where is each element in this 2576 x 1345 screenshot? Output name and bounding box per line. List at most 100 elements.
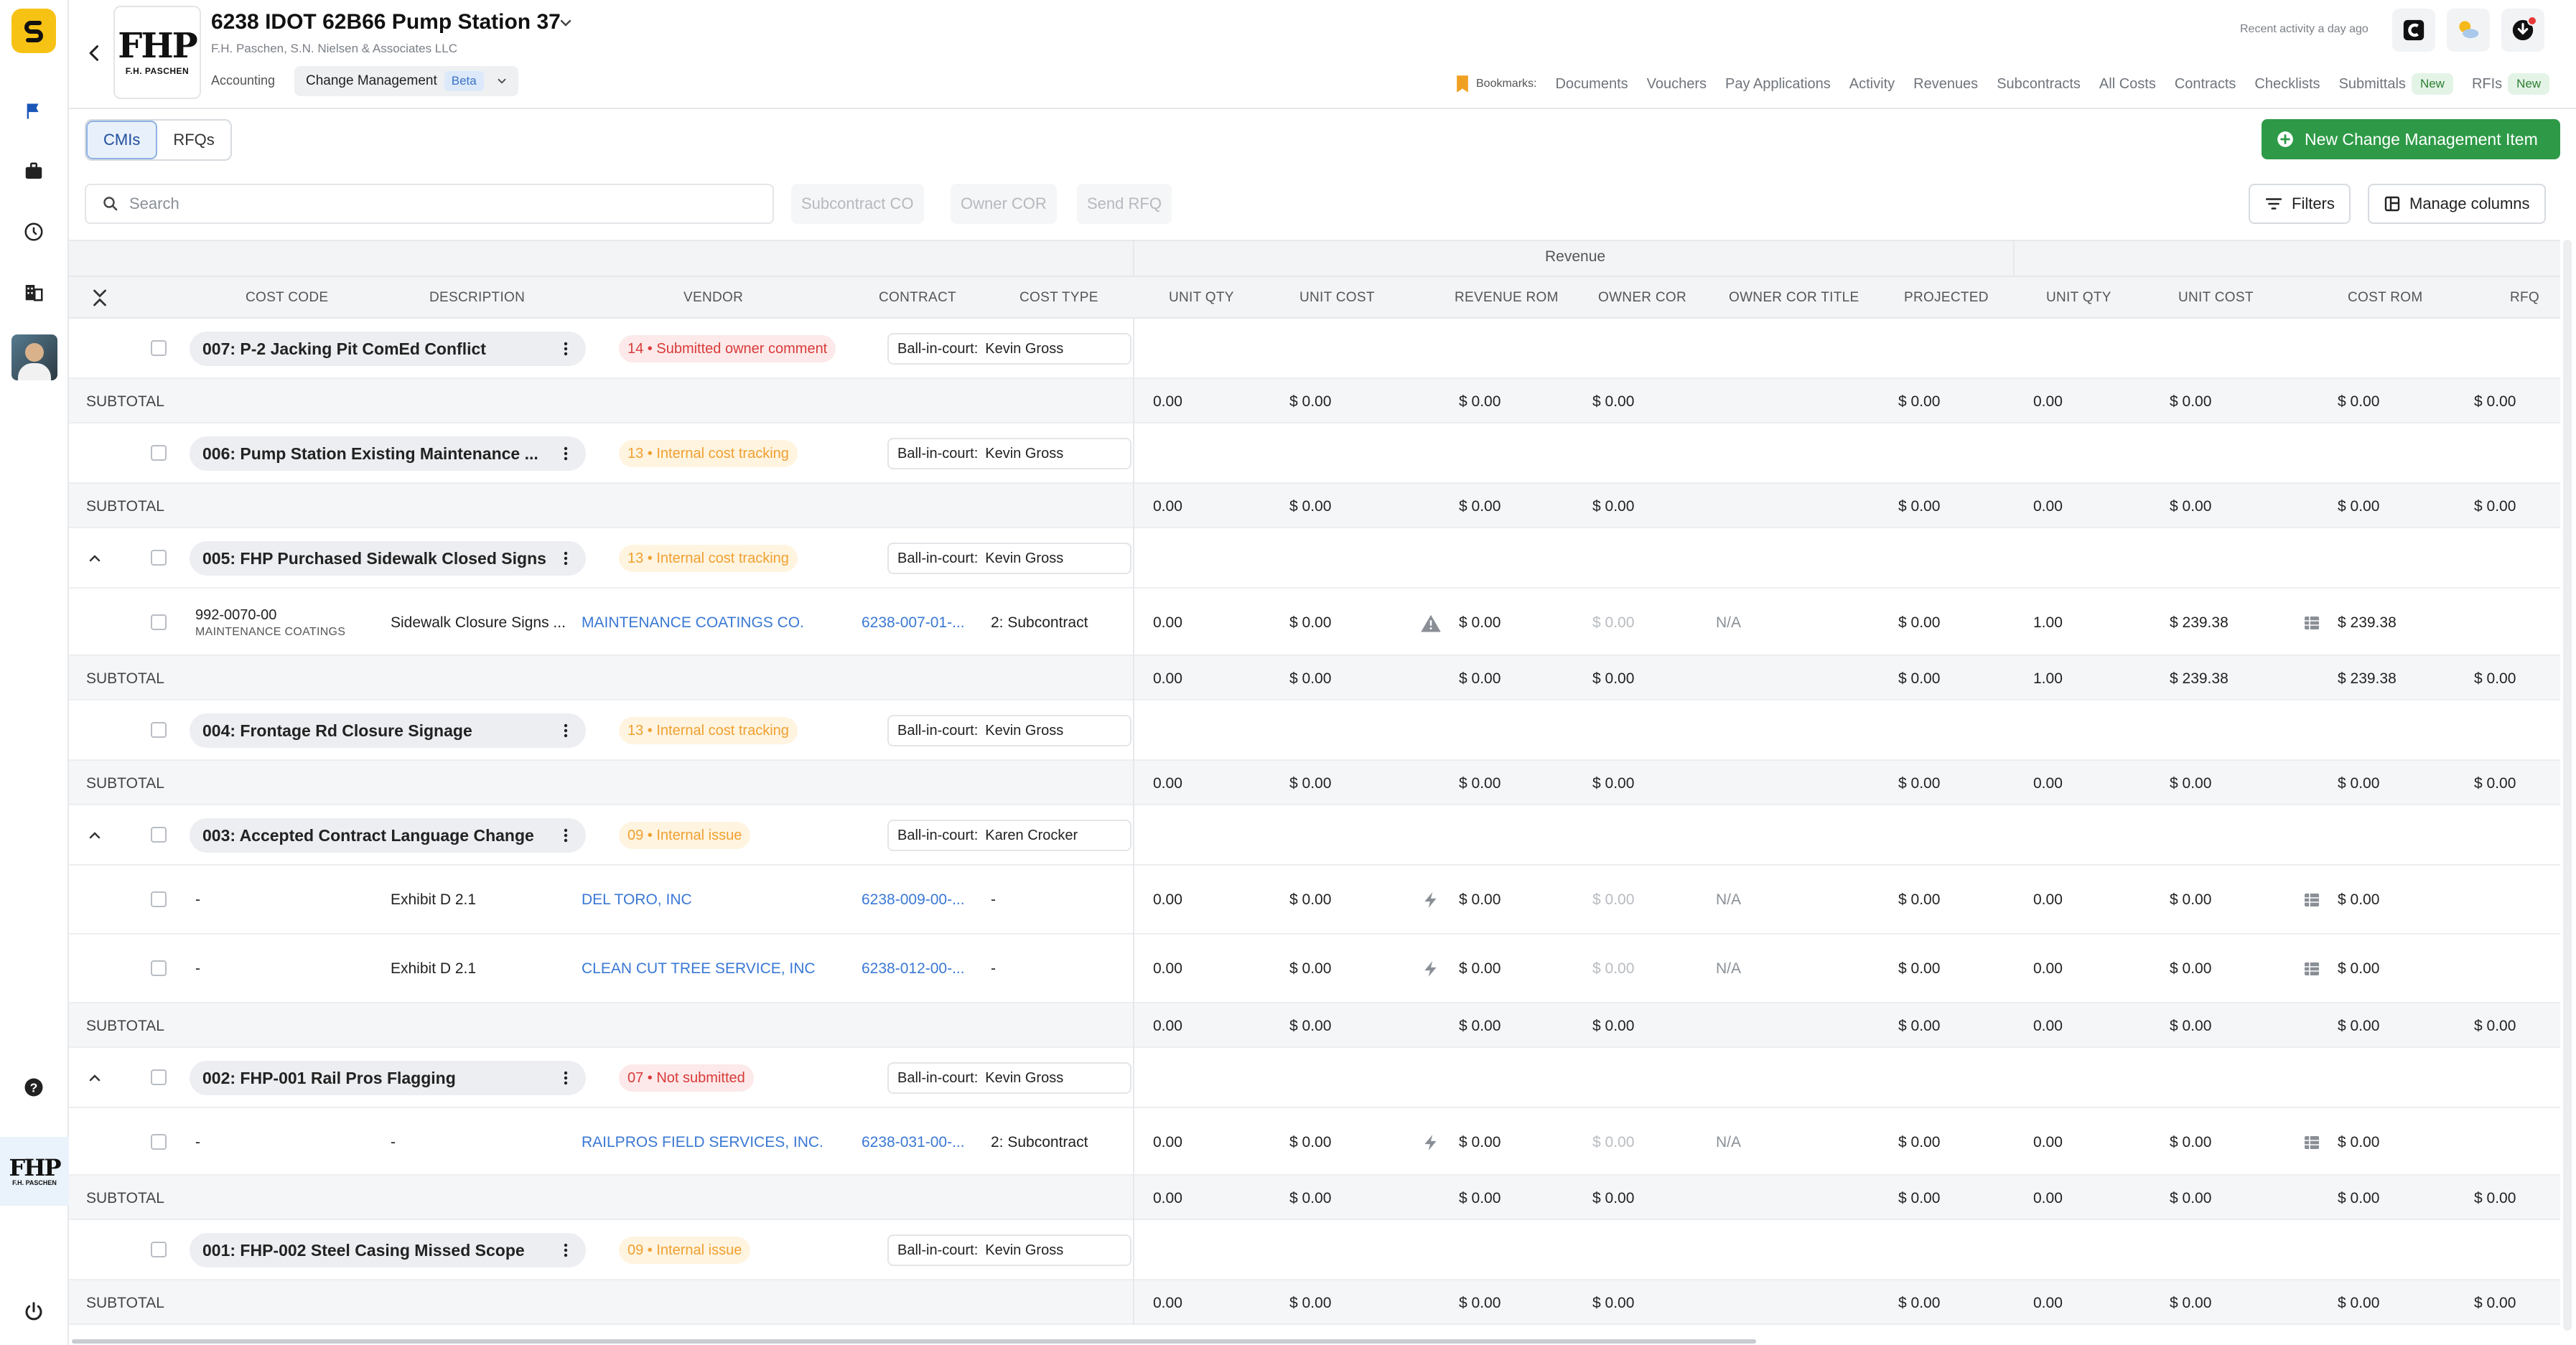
chevron-up-icon[interactable] <box>86 1069 103 1087</box>
col-owner-cor-title[interactable]: OWNER COR TITLE <box>1729 290 1859 306</box>
cmi-row[interactable]: 007: P-2 Jacking Pit ComEd Conflict 14 •… <box>69 319 2560 379</box>
bookmark-rfis[interactable]: RFIs New <box>2472 73 2550 95</box>
col-cost-type[interactable]: COST TYPE <box>1019 290 1098 306</box>
chevron-down-icon[interactable] <box>557 14 574 32</box>
bookmark-submittals[interactable]: Submittals New <box>2339 73 2453 95</box>
contract-link[interactable]: 6238-031-00-... <box>862 1134 965 1151</box>
row-checkbox[interactable] <box>151 827 167 843</box>
back-button[interactable] <box>79 37 111 69</box>
col-unit-cost-2[interactable]: UNIT COST <box>2178 290 2254 306</box>
help-icon[interactable]: ? <box>17 1071 50 1104</box>
filters-button[interactable]: Filters <box>2249 184 2351 224</box>
app-logo[interactable] <box>11 9 56 53</box>
vendor-link[interactable]: MAINTENANCE COATINGS CO. <box>582 614 804 632</box>
bookmark-checklists[interactable]: Checklists <box>2254 76 2320 93</box>
col-cost-code[interactable]: COST CODE <box>246 290 328 306</box>
cmi-title[interactable]: 002: FHP-001 Rail Pros Flagging <box>190 1061 586 1095</box>
new-cmi-button[interactable]: New Change Management Item <box>2262 119 2560 159</box>
col-revenue-rom[interactable]: REVENUE ROM <box>1455 290 1559 306</box>
row-checkbox[interactable] <box>151 340 167 356</box>
cmi-title[interactable]: 007: P-2 Jacking Pit ComEd Conflict <box>190 332 586 366</box>
col-projected[interactable]: PROJECTED <box>1904 290 1989 306</box>
bookmark-all-costs[interactable]: All Costs <box>2099 76 2156 93</box>
manage-columns-button[interactable]: Manage columns <box>2368 184 2546 224</box>
bookmark-contracts[interactable]: Contracts <box>2175 76 2236 93</box>
line-item-row[interactable]: - Exhibit D 2.1 DEL TORO, INC 6238-009-0… <box>69 866 2560 934</box>
contract-link[interactable]: 6238-007-01-... <box>862 614 965 632</box>
user-avatar[interactable] <box>11 334 57 380</box>
line-item-row[interactable]: 992-0070-00 MAINTENANCE COATINGS Sidewal… <box>69 589 2560 656</box>
ball-in-court-field[interactable]: Ball-in-court: Kevin Gross <box>887 1062 1131 1094</box>
row-checkbox[interactable] <box>151 1242 167 1257</box>
weather-button[interactable] <box>2447 9 2490 52</box>
row-checkbox[interactable] <box>151 1134 167 1150</box>
cmi-title[interactable]: 003: Accepted Contract Language Change <box>190 818 586 853</box>
bookmark-documents[interactable]: Documents <box>1555 76 1628 93</box>
vendor-link[interactable]: DEL TORO, INC <box>582 891 692 909</box>
bookmark-pay-applications[interactable]: Pay Applications <box>1725 76 1831 93</box>
owner-cor-button[interactable]: Owner COR <box>951 184 1057 224</box>
accounting-link[interactable]: Accounting <box>211 73 275 88</box>
row-checkbox[interactable] <box>151 722 167 738</box>
ball-in-court-field[interactable]: Ball-in-court: Kevin Gross <box>887 1234 1131 1266</box>
bookmark-revenues[interactable]: Revenues <box>1913 76 1978 93</box>
cmi-title[interactable]: 004: Frontage Rd Closure Signage <box>190 713 586 748</box>
more-vertical-icon[interactable] <box>557 340 574 357</box>
cmi-row[interactable]: 001: FHP-002 Steel Casing Missed Scope 0… <box>69 1220 2560 1280</box>
row-checkbox[interactable] <box>151 1069 167 1085</box>
cmi-row[interactable]: 006: Pump Station Existing Maintenance .… <box>69 423 2560 484</box>
subcontract-co-button[interactable]: Subcontract CO <box>791 184 924 224</box>
more-vertical-icon[interactable] <box>557 445 574 462</box>
line-item-row[interactable]: - - RAILPROS FIELD SERVICES, INC. 6238-0… <box>69 1108 2560 1176</box>
col-unit-qty[interactable]: UNIT QTY <box>1169 290 1234 306</box>
bookmark-subcontracts[interactable]: Subcontracts <box>1997 76 2081 93</box>
module-selector[interactable]: Change Management Beta <box>294 66 518 96</box>
row-checkbox[interactable] <box>151 960 167 976</box>
more-vertical-icon[interactable] <box>557 550 574 567</box>
tab-rfqs[interactable]: RFQs <box>157 121 230 159</box>
cmi-title[interactable]: 001: FHP-002 Steel Casing Missed Scope <box>190 1233 586 1267</box>
flag-icon[interactable] <box>17 95 50 128</box>
contract-link[interactable]: 6238-009-00-... <box>862 891 965 909</box>
notifications-button[interactable] <box>2501 9 2544 52</box>
row-checkbox[interactable] <box>151 614 167 630</box>
col-vendor[interactable]: VENDOR <box>683 290 743 306</box>
buildings-icon[interactable] <box>17 276 50 309</box>
line-item-row[interactable]: - Exhibit D 2.1 CLEAN CUT TREE SERVICE, … <box>69 934 2560 1003</box>
col-contract[interactable]: CONTRACT <box>879 290 956 306</box>
ball-in-court-field[interactable]: Ball-in-court: Karen Crocker <box>887 820 1131 851</box>
cmi-row[interactable]: 003: Accepted Contract Language Change 0… <box>69 805 2560 866</box>
bookmark-vouchers[interactable]: Vouchers <box>1647 76 1707 93</box>
send-rfq-button[interactable]: Send RFQ <box>1077 184 1172 224</box>
vendor-link[interactable]: CLEAN CUT TREE SERVICE, INC <box>582 960 816 978</box>
col-unit-qty-2[interactable]: UNIT QTY <box>2046 290 2111 306</box>
ball-in-court-field[interactable]: Ball-in-court: Kevin Gross <box>887 715 1131 746</box>
chevron-up-icon[interactable] <box>86 827 103 844</box>
row-checkbox[interactable] <box>151 445 167 461</box>
horizontal-scrollbar[interactable] <box>72 1339 1756 1344</box>
col-owner-cor[interactable]: OWNER COR <box>1598 290 1686 306</box>
col-rfq[interactable]: RFQ <box>2510 290 2539 306</box>
collapse-all-icon[interactable] <box>89 287 111 309</box>
search-input[interactable]: Search <box>85 184 774 224</box>
more-vertical-icon[interactable] <box>557 722 574 739</box>
cmi-row[interactable]: 002: FHP-001 Rail Pros Flagging 07 • Not… <box>69 1048 2560 1108</box>
chevron-up-icon[interactable] <box>86 550 103 567</box>
power-icon[interactable] <box>17 1295 50 1328</box>
col-unit-cost[interactable]: UNIT COST <box>1299 290 1375 306</box>
bookmark-activity[interactable]: Activity <box>1849 76 1895 93</box>
table-icon[interactable] <box>2303 960 2320 978</box>
more-vertical-icon[interactable] <box>557 1069 574 1087</box>
cmi-title[interactable]: 006: Pump Station Existing Maintenance .… <box>190 436 586 471</box>
history-icon[interactable] <box>17 215 50 248</box>
cmi-row[interactable]: 004: Frontage Rd Closure Signage 13 • In… <box>69 700 2560 761</box>
vendor-link[interactable]: RAILPROS FIELD SERVICES, INC. <box>582 1134 823 1151</box>
col-cost-rom[interactable]: COST ROM <box>2348 290 2422 306</box>
tab-cmis[interactable]: CMIs <box>86 121 158 159</box>
row-checkbox[interactable] <box>151 550 167 566</box>
contract-link[interactable]: 6238-012-00-... <box>862 960 965 978</box>
more-vertical-icon[interactable] <box>557 827 574 844</box>
cmi-row[interactable]: 005: FHP Purchased Sidewalk Closed Signs… <box>69 528 2560 589</box>
company-switcher[interactable]: FHP F.H. PASCHEN <box>0 1137 69 1206</box>
table-icon[interactable] <box>2303 1134 2320 1151</box>
